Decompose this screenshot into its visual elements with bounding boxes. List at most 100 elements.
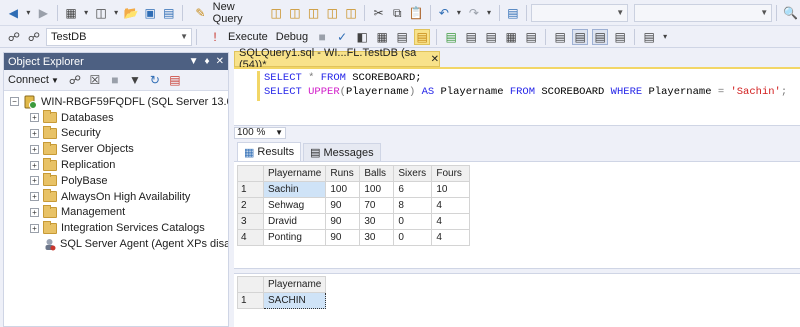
table-row[interactable]: 3 Dravid 90 30 0 4 [237,213,471,230]
zoom-selector[interactable]: 100 % ▼ [234,126,286,139]
undo-icon[interactable]: ↶ [437,5,452,21]
row-number[interactable]: 3 [237,213,264,230]
mdx-query-icon[interactable]: ◫ [288,5,303,21]
grid-cell[interactable]: 0 [393,213,433,230]
intellisense-icon[interactable]: ▤ [394,29,410,45]
add-item-dropdown-icon[interactable]: ▾ [112,5,119,21]
column-header[interactable]: Runs [325,165,361,182]
find-in-files-icon[interactable]: 🔍 [783,5,798,21]
open-file-icon[interactable]: 📂 [124,5,139,21]
grid-cell[interactable]: Dravid [262,213,327,230]
disconnect-icon[interactable]: ☒ [87,72,103,88]
specify-values-dropdown-icon[interactable]: ▾ [661,29,669,45]
tree-item-alwayson[interactable]: + AlwaysOn High Availability [4,189,228,205]
new-project-dropdown-icon[interactable]: ▾ [82,5,89,21]
grid-cell[interactable]: 30 [359,229,395,246]
display-estimated-plan-icon[interactable]: ◧ [354,29,370,45]
save-all-icon[interactable]: ▤ [161,5,176,21]
grid-cell[interactable]: 90 [325,213,361,230]
increase-indent-icon[interactable]: ▤ [612,29,628,45]
debug-button[interactable]: Debug [272,27,312,47]
column-header[interactable]: Fours [431,165,471,182]
results-grid-2[interactable]: Playername 1 SACHIN [237,276,327,309]
pin-icon[interactable]: ♦ [205,56,210,67]
tree-item-integration-services[interactable]: + Integration Services Catalogs [4,220,228,236]
activity-monitor-icon[interactable]: ▤ [506,5,521,21]
tree-item-databases[interactable]: + Databases [4,110,228,126]
xmla-query-icon[interactable]: ◫ [325,5,340,21]
grid-cell[interactable]: 100 [325,181,361,198]
expand-icon[interactable]: + [30,128,39,138]
specify-values-icon[interactable]: ▤ [641,29,657,45]
forward-icon[interactable]: ▶ [36,5,51,21]
server-node[interactable]: − WIN-RBGF59FQDFL (SQL Server 13.0.16 [4,94,228,110]
tree-item-polybase[interactable]: + PolyBase [4,173,228,189]
cut-icon[interactable]: ✂ [371,5,386,21]
row-number[interactable]: 4 [237,229,264,246]
grid-cell[interactable]: SACHIN [262,292,327,309]
column-header[interactable]: Playername [262,276,327,293]
grid-cell[interactable]: Ponting [262,229,327,246]
back-dropdown-icon[interactable]: ▾ [25,5,32,21]
row-number[interactable]: 1 [237,292,264,309]
grid-corner[interactable] [237,165,264,182]
close-tab-icon[interactable]: ✕ [431,54,439,65]
tab-messages[interactable]: ▤ Messages [303,143,381,161]
save-icon[interactable]: ▣ [143,5,158,21]
comment-out-icon[interactable]: ▤ [552,29,568,45]
tab-results[interactable]: ▦ Results [237,142,302,161]
tree-item-server-objects[interactable]: + Server Objects [4,141,228,157]
column-header[interactable]: Balls [359,165,395,182]
cancel-query-icon[interactable]: ■ [314,29,330,45]
window-position-icon[interactable]: ▼ [189,56,199,67]
tree-item-sql-server-agent[interactable]: SQL Server Agent (Agent XPs disabl [4,236,228,252]
solution-configuration-dropdown[interactable]: ▼ [531,3,629,22]
expand-icon[interactable]: + [30,223,39,233]
dax-query-icon[interactable]: ◫ [344,5,359,21]
grid-cell[interactable]: 8 [393,197,433,214]
decrease-indent-icon[interactable]: ▤ [592,28,609,45]
grid-cell[interactable]: 4 [431,229,471,246]
refresh-icon[interactable]: ↻ [147,72,163,88]
dmx-query-icon[interactable]: ◫ [306,5,321,21]
results-to-grid-icon[interactable]: ▦ [503,29,519,45]
execute-button[interactable]: ! Execute [201,27,272,47]
stop-icon[interactable]: ■ [107,72,123,88]
table-row[interactable]: 2 Sehwag 90 70 8 4 [237,197,471,214]
tree-item-security[interactable]: + Security [4,125,228,142]
include-actual-plan-icon[interactable]: ▤ [414,28,431,45]
row-number[interactable]: 2 [237,197,264,214]
expand-icon[interactable]: + [30,144,39,154]
results-grid-1[interactable]: Playername Runs Balls Sixers Fours 1 Sac… [237,165,471,246]
parse-icon[interactable]: ✓ [334,29,350,45]
new-project-icon[interactable]: ▦ [64,5,79,21]
close-icon[interactable]: ✕ [216,56,224,67]
connect-object-explorer-icon[interactable]: ☍ [67,72,83,88]
redo-dropdown-icon[interactable]: ▾ [485,5,492,21]
grid-cell[interactable]: 90 [325,229,361,246]
expand-icon[interactable]: + [30,207,39,217]
grid-cell[interactable]: 4 [431,213,471,230]
table-row[interactable]: 1 SACHIN [237,292,327,309]
tree-item-replication[interactable]: + Replication [4,157,228,173]
query-designer-icon[interactable]: ▦ [374,29,390,45]
grid-cell[interactable]: 90 [325,197,361,214]
filter-icon[interactable]: ▼ [127,72,143,88]
expand-icon[interactable]: + [30,192,39,202]
grid-cell[interactable]: 70 [359,197,395,214]
expand-icon[interactable]: + [30,160,39,170]
database-engine-query-icon[interactable]: ◫ [269,5,284,21]
undo-dropdown-icon[interactable]: ▾ [455,5,462,21]
row-number[interactable]: 1 [237,181,264,198]
grid-cell[interactable]: 10 [431,181,471,198]
live-query-statistics-icon[interactable]: ▤ [443,29,459,45]
redo-icon[interactable]: ↷ [467,5,482,21]
results-splitter[interactable] [234,268,800,274]
expand-icon[interactable]: + [30,176,39,186]
table-row[interactable]: 1 Sachin 100 100 6 10 [237,181,471,198]
copy-icon[interactable]: ⧉ [390,5,405,21]
results-to-text-icon[interactable]: ▤ [483,29,499,45]
grid-cell[interactable]: Sachin [262,181,327,198]
solution-platform-dropdown[interactable]: ▼ [633,3,773,22]
activity-monitor-icon[interactable]: ▤ [167,72,183,88]
